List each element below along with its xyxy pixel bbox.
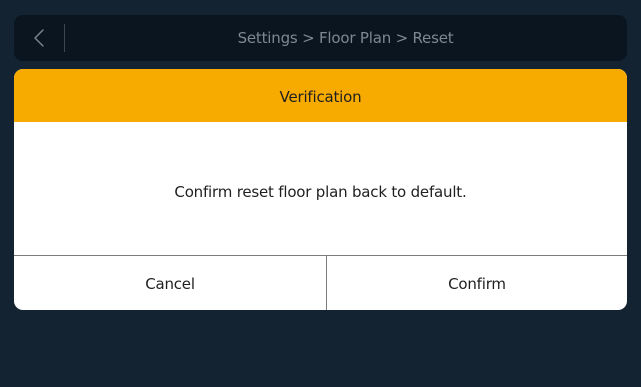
back-button[interactable] bbox=[14, 15, 64, 61]
verification-dialog: Verification Confirm reset floor plan ba… bbox=[14, 69, 627, 310]
confirm-button[interactable]: Confirm bbox=[327, 256, 627, 310]
dialog-title: Verification bbox=[14, 69, 627, 122]
breadcrumb: Settings > Floor Plan > Reset bbox=[237, 29, 454, 47]
chevron-left-icon bbox=[33, 28, 45, 48]
header-bar: Settings > Floor Plan > Reset bbox=[14, 15, 627, 61]
cancel-button[interactable]: Cancel bbox=[14, 256, 326, 310]
dialog-message: Confirm reset floor plan back to default… bbox=[174, 183, 467, 201]
